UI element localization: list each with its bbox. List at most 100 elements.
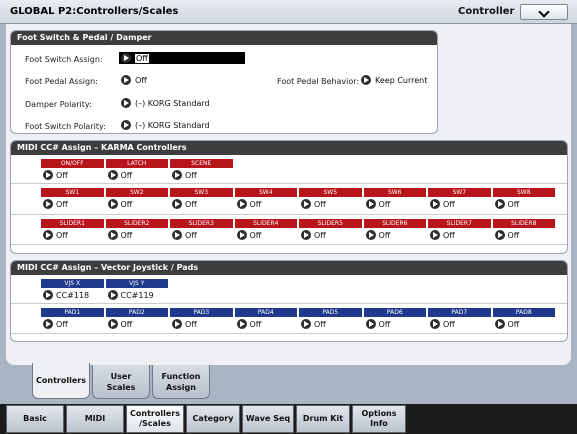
- controller-label: Controller: [458, 6, 515, 17]
- vector-section-title: MIDI CC# Assign – Vector Joystick / Pads: [11, 261, 567, 275]
- pad-value[interactable]: Off: [299, 317, 362, 331]
- cell-value: Off: [120, 319, 133, 329]
- pad-value[interactable]: Off: [106, 317, 169, 331]
- pad-header: PAD2: [105, 308, 168, 317]
- cell-value: Off: [378, 230, 391, 240]
- foot-section-title: Foot Switch & Pedal / Damper: [11, 31, 437, 45]
- tab-user-scales[interactable]: User Scales: [92, 365, 150, 399]
- karma-top-value[interactable]: Off: [170, 168, 233, 182]
- karma-sw-value[interactable]: Off: [170, 197, 233, 211]
- grid-line: [11, 244, 567, 245]
- popup-arrow-icon: [172, 170, 182, 180]
- controller-dropdown[interactable]: [520, 4, 568, 20]
- karma-sw-value[interactable]: Off: [428, 197, 491, 211]
- popup-arrow-icon: [121, 75, 131, 85]
- tab-midi[interactable]: MIDI: [66, 405, 124, 433]
- grid-line: [11, 183, 567, 184]
- karma-slider-value[interactable]: Off: [106, 228, 169, 242]
- karma-slider-header: SLIDER4: [234, 219, 297, 228]
- karma-sw-value[interactable]: Off: [41, 197, 104, 211]
- pad-value[interactable]: Off: [170, 317, 233, 331]
- tab-basic[interactable]: Basic: [6, 405, 64, 433]
- karma-slider-header: SLIDER8: [492, 219, 555, 228]
- popup-arrow-icon: [365, 199, 376, 209]
- pad-value[interactable]: Off: [428, 317, 491, 331]
- main-tab-bar: Basic MIDI Controllers/Scales Category W…: [0, 404, 577, 434]
- karma-top-value[interactable]: Off: [106, 168, 169, 182]
- title-bar: GLOBAL P2:Controllers/Scales Controller: [0, 0, 577, 24]
- tab-options-info[interactable]: Options Info: [352, 405, 406, 433]
- popup-arrow-icon: [43, 290, 53, 300]
- foot-switch-polarity-value[interactable]: (–) KORG Standard: [121, 120, 210, 130]
- pad-value[interactable]: Off: [364, 317, 427, 331]
- karma-sw-value[interactable]: Off: [493, 197, 556, 211]
- karma-slider-value[interactable]: Off: [235, 228, 298, 242]
- karma-slider-value[interactable]: Off: [364, 228, 427, 242]
- foot-switch-polarity-label: Foot Switch Polarity:: [25, 122, 106, 131]
- cell-value: CC#118: [56, 290, 90, 300]
- pad-value[interactable]: Off: [235, 317, 298, 331]
- karma-slider-value[interactable]: Off: [428, 228, 491, 242]
- vjs-value[interactable]: CC#119: [106, 288, 169, 302]
- karma-sw-value[interactable]: Off: [235, 197, 298, 211]
- cell-value: Off: [507, 199, 520, 209]
- karma-sw-header: SW4: [234, 188, 297, 197]
- karma-sw-header: SW1: [41, 188, 104, 197]
- vjs-header: VJS X: [41, 279, 104, 288]
- cell-value: Off: [249, 230, 262, 240]
- popup-arrow-icon: [43, 170, 53, 180]
- sub-tab-bar: Controllers User Scales Function Assign: [0, 363, 577, 403]
- tab-wave-seq[interactable]: Wave Seq: [242, 405, 294, 433]
- foot-pedal-behavior-label: Foot Pedal Behavior:: [277, 77, 360, 86]
- foot-switch-assign-value[interactable]: Off: [121, 53, 149, 63]
- popup-arrow-icon: [430, 199, 440, 209]
- cell-value: Off: [507, 230, 520, 240]
- karma-sw-header: SW5: [299, 188, 362, 197]
- karma-slider-value[interactable]: Off: [493, 228, 556, 242]
- popup-arrow-icon: [365, 319, 376, 329]
- popup-arrow-icon: [430, 230, 440, 240]
- cell-value: Off: [185, 199, 197, 209]
- cell-value: Off: [56, 319, 68, 329]
- karma-sw-value[interactable]: Off: [106, 197, 169, 211]
- karma-slider-value[interactable]: Off: [170, 228, 233, 242]
- karma-slider-value[interactable]: Off: [299, 228, 362, 242]
- tab-drum-kit[interactable]: Drum Kit: [296, 405, 350, 433]
- karma-sw-value[interactable]: Off: [299, 197, 362, 211]
- pad-header: PAD7: [428, 308, 491, 317]
- tab-category[interactable]: Category: [186, 405, 240, 433]
- karma-slider-value[interactable]: Off: [41, 228, 104, 242]
- karma-section: MIDI CC# Assign – KARMA Controllers ON/O…: [10, 140, 568, 254]
- foot-pedal-assign-value[interactable]: Off: [121, 75, 147, 85]
- popup-arrow-icon: [107, 319, 118, 329]
- popup-arrow-icon: [494, 230, 505, 240]
- foot-pedal-behavior-value[interactable]: Keep Current: [361, 75, 427, 85]
- pad-header: PAD5: [299, 308, 362, 317]
- pad-value[interactable]: Off: [41, 317, 104, 331]
- karma-slider-header: SLIDER5: [299, 219, 362, 228]
- main-panel: Foot Switch & Pedal / Damper Foot Switch…: [6, 24, 571, 365]
- popup-arrow-icon: [494, 199, 505, 209]
- popup-arrow-icon: [430, 319, 440, 329]
- tab-function-assign[interactable]: Function Assign: [152, 365, 210, 399]
- vjs-value[interactable]: CC#118: [41, 288, 104, 302]
- karma-top-value[interactable]: Off: [41, 168, 104, 182]
- cell-value: Off: [443, 199, 455, 209]
- tab-controllers[interactable]: Controllers: [32, 363, 90, 399]
- cell-value: Off: [56, 170, 68, 180]
- karma-sw-header: SW8: [492, 188, 555, 197]
- pad-value[interactable]: Off: [493, 317, 556, 331]
- karma-sw-value[interactable]: Off: [364, 197, 427, 211]
- popup-arrow-icon: [107, 290, 118, 300]
- pad-header: PAD8: [492, 308, 555, 317]
- grid-line: [11, 214, 567, 215]
- cell-value: Off: [185, 319, 197, 329]
- popup-arrow-icon: [107, 230, 118, 240]
- cell-value: Off: [443, 230, 455, 240]
- cell-value: Off: [120, 199, 133, 209]
- karma-top-header: LATCH: [105, 159, 168, 168]
- grid-line: [11, 333, 567, 334]
- tab-controllers-scales[interactable]: Controllers/Scales: [126, 405, 184, 433]
- damper-polarity-value[interactable]: (–) KORG Standard: [121, 98, 210, 108]
- cell-value: Off: [314, 199, 326, 209]
